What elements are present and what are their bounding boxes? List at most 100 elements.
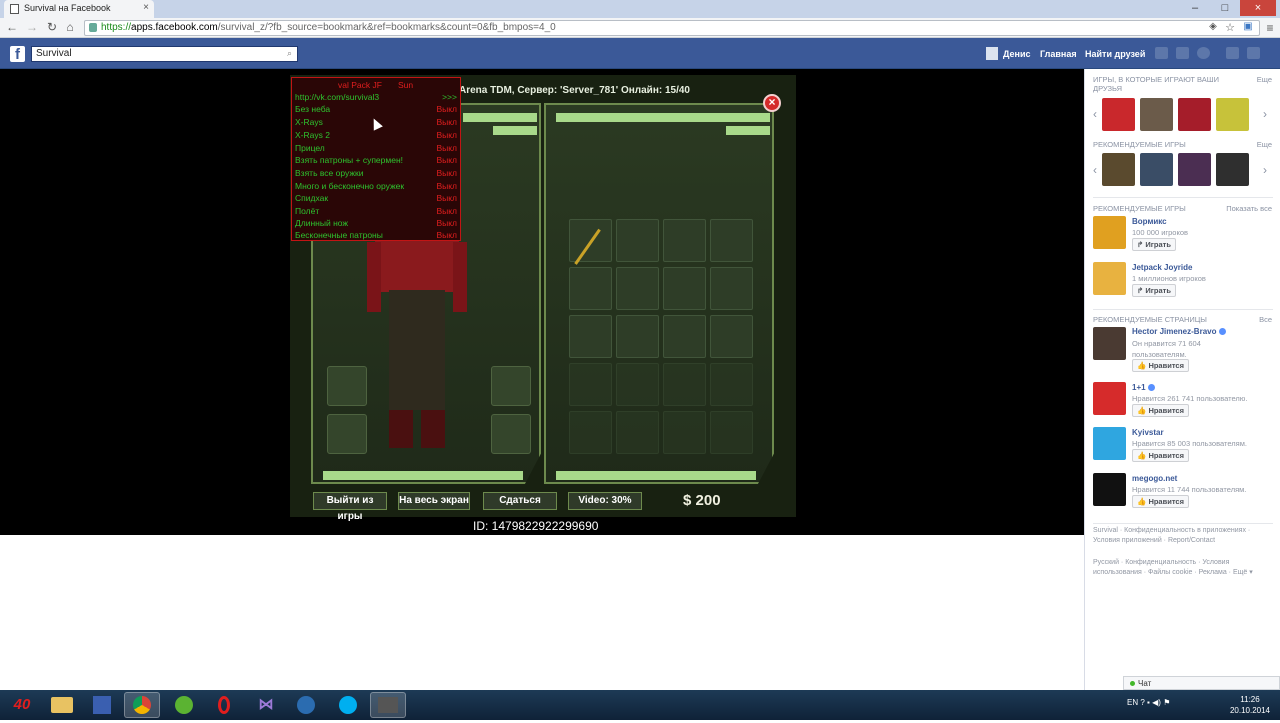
- chevron-right-icon[interactable]: ›: [1263, 163, 1267, 177]
- inventory-slot[interactable]: [710, 315, 753, 358]
- visual-studio-icon[interactable]: ⋈: [248, 692, 284, 718]
- app-footer-links[interactable]: Survival · Конфиденциальность в приложен…: [1093, 526, 1273, 546]
- star-icon[interactable]: ☆: [1222, 21, 1238, 34]
- profile-link[interactable]: Денис: [1003, 49, 1031, 59]
- cheat-menu-link[interactable]: http://vk.com/survival3: [295, 92, 379, 102]
- game-name[interactable]: Jetpack Joyride: [1132, 263, 1192, 272]
- find-friends-link[interactable]: Найти друзей: [1085, 49, 1145, 59]
- inventory-slot[interactable]: [663, 315, 706, 358]
- cheat-item-state[interactable]: Выкл: [436, 143, 457, 153]
- cheat-item-state[interactable]: Выкл: [436, 193, 457, 203]
- game-name[interactable]: Вормикс: [1132, 217, 1167, 226]
- cheat-item-label[interactable]: X-Rays: [295, 117, 323, 127]
- chevron-left-icon[interactable]: ‹: [1093, 107, 1097, 121]
- page-thumbnail[interactable]: [1093, 382, 1126, 415]
- inventory-slot[interactable]: [663, 411, 706, 454]
- cheat-item-label[interactable]: X-Rays 2: [295, 130, 330, 140]
- cheat-item-state[interactable]: Выкл: [436, 168, 457, 178]
- play-button[interactable]: ↱ Играть: [1132, 284, 1176, 297]
- address-bar[interactable]: https://apps.facebook.com/survival_z/?fb…: [84, 20, 1260, 36]
- avatar[interactable]: [986, 47, 998, 60]
- exit-game-button[interactable]: Выйти из игры: [313, 492, 387, 522]
- game-thumbnail[interactable]: [1093, 216, 1126, 249]
- page-name[interactable]: megogo.net: [1132, 474, 1177, 483]
- facebook-logo[interactable]: f: [10, 46, 25, 63]
- game-thumbnail[interactable]: [1178, 153, 1211, 186]
- fullscreen-button[interactable]: На весь экран: [398, 492, 470, 510]
- media-player-icon[interactable]: [288, 692, 324, 718]
- inventory-slot[interactable]: [616, 363, 659, 406]
- save-icon[interactable]: [84, 692, 120, 718]
- close-window-button[interactable]: ×: [1240, 0, 1276, 16]
- tab-close-icon[interactable]: ×: [143, 2, 149, 13]
- home-link[interactable]: Главная: [1040, 49, 1077, 59]
- cheat-item-label[interactable]: Взять патроны + супермен!: [295, 155, 403, 165]
- cheat-item-state[interactable]: Выкл: [436, 155, 457, 165]
- inventory-slot[interactable]: [663, 363, 706, 406]
- like-button[interactable]: 👍 Нравится: [1132, 359, 1189, 372]
- messages-icon[interactable]: [1176, 47, 1189, 59]
- friend-requests-icon[interactable]: [1155, 47, 1168, 59]
- help-icon[interactable]: ?: [1140, 698, 1144, 707]
- inventory-slot[interactable]: [710, 219, 753, 262]
- cheat-item-state[interactable]: Выкл: [436, 206, 457, 216]
- game-thumbnail[interactable]: [1140, 153, 1173, 186]
- equip-slot-grenade[interactable]: [327, 414, 367, 454]
- home-icon[interactable]: ⌂: [62, 20, 78, 34]
- inventory-slot[interactable]: [569, 267, 612, 310]
- chevron-right-icon[interactable]: ›: [1263, 107, 1267, 121]
- menu-icon[interactable]: ≡: [1262, 21, 1278, 35]
- equip-slot-knife[interactable]: [491, 366, 531, 406]
- game-thumbnail[interactable]: [1216, 98, 1249, 131]
- start-button[interactable]: 40: [4, 692, 40, 718]
- game-thumbnail[interactable]: [1102, 98, 1135, 131]
- game-thumbnail[interactable]: [1178, 98, 1211, 131]
- chat-bar[interactable]: Чат: [1123, 676, 1280, 690]
- network-icon[interactable]: ▪: [1147, 698, 1150, 707]
- game-thumbnail[interactable]: [1216, 153, 1249, 186]
- page-name[interactable]: Hector Jimenez-Bravo: [1132, 327, 1226, 336]
- reload-icon[interactable]: ↻: [44, 20, 60, 34]
- search-input[interactable]: Survival ⌕: [31, 46, 298, 62]
- cheat-item-label[interactable]: Спидхак: [295, 193, 328, 203]
- game-thumbnail[interactable]: [1102, 153, 1135, 186]
- browser-tab[interactable]: Survival на Facebook ×: [4, 0, 154, 18]
- game-thumbnail[interactable]: [1093, 262, 1126, 295]
- account-menu-icon[interactable]: [1247, 47, 1260, 59]
- notifications-icon[interactable]: [1197, 47, 1210, 59]
- game-thumbnail[interactable]: [1140, 98, 1173, 131]
- minimize-button[interactable]: –: [1180, 0, 1210, 16]
- cheat-item-state[interactable]: Выкл: [436, 130, 457, 140]
- clock[interactable]: 11:26 20.10.2014: [1225, 694, 1275, 716]
- extension-icon[interactable]: ▣: [1240, 21, 1256, 32]
- surrender-button[interactable]: Сдаться: [483, 492, 557, 510]
- maximize-button[interactable]: □: [1210, 0, 1240, 16]
- cheat-item-label[interactable]: Полёт: [295, 206, 319, 216]
- cheat-item-state[interactable]: Выкл: [436, 117, 457, 127]
- cheat-item-label[interactable]: Взять все оружки: [295, 168, 363, 178]
- back-icon[interactable]: ←: [4, 20, 20, 34]
- cheat-item-state[interactable]: Выкл: [436, 218, 457, 228]
- cheat-item-label[interactable]: Бесконечные патроны: [295, 230, 383, 240]
- cheat-item-label[interactable]: Без неба: [295, 104, 330, 114]
- inventory-slot[interactable]: [569, 363, 612, 406]
- skype-icon[interactable]: [330, 692, 366, 718]
- equip-slot-weapon[interactable]: [327, 366, 367, 406]
- show-all-link[interactable]: Показать все: [1226, 204, 1272, 213]
- cheat-item-state[interactable]: Выкл: [436, 230, 457, 240]
- like-button[interactable]: 👍 Нравится: [1132, 404, 1189, 417]
- language-indicator[interactable]: EN: [1127, 698, 1138, 707]
- inventory-slot[interactable]: [616, 315, 659, 358]
- cheat-menu-link-arrow[interactable]: >>>: [442, 92, 457, 102]
- like-button[interactable]: 👍 Нравится: [1132, 449, 1189, 462]
- page-thumbnail[interactable]: [1093, 427, 1126, 460]
- inventory-slot[interactable]: [569, 411, 612, 454]
- close-inventory-button[interactable]: ×: [763, 94, 781, 112]
- rec-games-more-link[interactable]: Еще: [1257, 140, 1272, 149]
- cheat-item-state[interactable]: Выкл: [436, 181, 457, 191]
- inventory-slot[interactable]: [710, 363, 753, 406]
- chrome-icon[interactable]: [124, 692, 160, 718]
- cheat-item-label[interactable]: Прицел: [295, 143, 325, 153]
- inventory-slot[interactable]: [663, 267, 706, 310]
- cheat-item-label[interactable]: Длинный нож: [295, 218, 348, 228]
